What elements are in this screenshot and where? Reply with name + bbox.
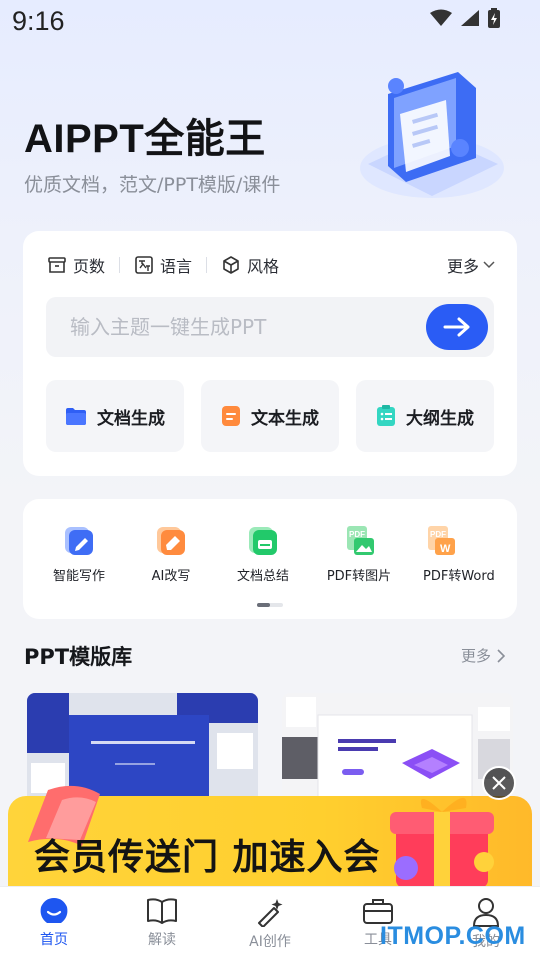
tool-pdf-to-image[interactable]: PDF PDF转图片 [309,525,409,589]
briefcase-icon [363,899,393,924]
signal-icon [461,10,479,26]
eraser-doc-icon [157,527,185,555]
close-icon [492,776,506,790]
status-time: 9:16 [12,6,65,36]
promo-banner[interactable]: 会员传送门 加速入会 [0,782,540,892]
battery-icon [488,8,500,28]
tools-card: 智能写作 AI改写 文档总结 PDF PDF转图片 PDF W PDF转Word [23,499,517,619]
outline-generate-label: 大纲生成 [406,408,474,429]
pdf-image-icon: PDF [347,526,374,555]
hero-illustration-icon [360,72,504,198]
tools-row: 智能写作 AI改写 文档总结 PDF PDF转图片 PDF W PDF转Word [33,525,517,589]
tool-label: PDF转Word [423,569,495,584]
pdf-word-icon: PDF W [428,526,455,555]
tool-label: 智能写作 [52,569,105,584]
note-icon [222,406,240,426]
divider [119,257,121,273]
generate-card: 页数 语言 风格 更多 文档生成 文本生成 [23,231,517,476]
cube-icon [223,256,239,274]
doc-generate-label: 文档生成 [97,408,165,429]
status-icons [430,8,500,28]
tool-label: 文档总结 [236,569,289,584]
option-pages-label: 页数 [73,257,106,276]
library-more-label: 更多 [461,647,492,665]
library-more-link[interactable]: 更多 [461,645,506,666]
svg-text:PDF: PDF [349,530,365,539]
tool-ai-rewrite[interactable]: AI改写 [125,525,217,589]
app-title: AIPPT全能王 [24,117,266,161]
options-more-label: 更多 [446,257,479,276]
outline-list-icon [377,405,395,426]
svg-text:W: W [440,543,451,555]
text-generate-label: 文本生成 [251,408,319,429]
nav-home[interactable]: 首页 [0,887,108,960]
divider [206,257,208,273]
status-bar: 9:16 [0,0,540,46]
nav-label: 解读 [148,932,176,948]
search-box [46,297,494,357]
tool-label: AI改写 [151,569,191,584]
wifi-icon [430,9,452,26]
magic-pen-icon [258,899,283,927]
app-subtitle: 优质文档，范文/PPT模版/课件 [24,174,281,196]
option-pages[interactable]: 页数 [47,253,105,277]
option-style-label: 风格 [247,257,280,276]
options-more-button[interactable]: 更多 [447,253,495,277]
text-generate-button[interactable]: 文本生成 [201,380,339,452]
gift-box-icon [390,797,494,888]
home-icon [40,898,68,923]
pen-doc-icon [65,527,93,555]
summary-doc-icon [249,527,277,555]
promo-text: 会员传送门 加速入会 [34,837,381,878]
folder-icon [66,408,86,425]
watermark: ITMOP.COM [380,922,526,950]
chevron-right-icon [497,648,506,663]
generate-go-button[interactable] [426,304,488,350]
tool-doc-summary[interactable]: 文档总结 [217,525,309,589]
outline-generate-button[interactable]: 大纲生成 [356,380,494,452]
nav-label: AI创作 [249,934,291,950]
arrow-right-icon [443,317,470,337]
tool-label: PDF转图片 [326,569,392,584]
option-language[interactable]: 语言 [134,253,192,277]
tools-scroll-indicator [257,603,283,607]
svg-text:PDF: PDF [430,530,446,539]
topic-input[interactable] [46,297,426,357]
box-icon [48,257,66,273]
option-style[interactable]: 风格 [221,253,279,277]
nav-ai-create[interactable]: AI创作 [216,887,324,960]
translate-icon [135,256,153,274]
tool-smart-writing[interactable]: 智能写作 [33,525,125,589]
generate-options: 文档生成 文本生成 大纲生成 [46,380,494,452]
library-title: PPT模版库 [24,645,133,669]
option-language-label: 语言 [160,257,193,276]
chevron-down-icon [483,261,495,269]
book-icon [147,898,177,924]
nav-read[interactable]: 解读 [108,887,216,960]
tool-pdf-to-word[interactable]: PDF W PDF转Word [409,525,509,589]
nav-label: 首页 [40,932,68,948]
option-row: 页数 语言 风格 更多 [47,253,495,277]
doc-generate-button[interactable]: 文档生成 [46,380,184,452]
close-button[interactable] [482,766,516,800]
